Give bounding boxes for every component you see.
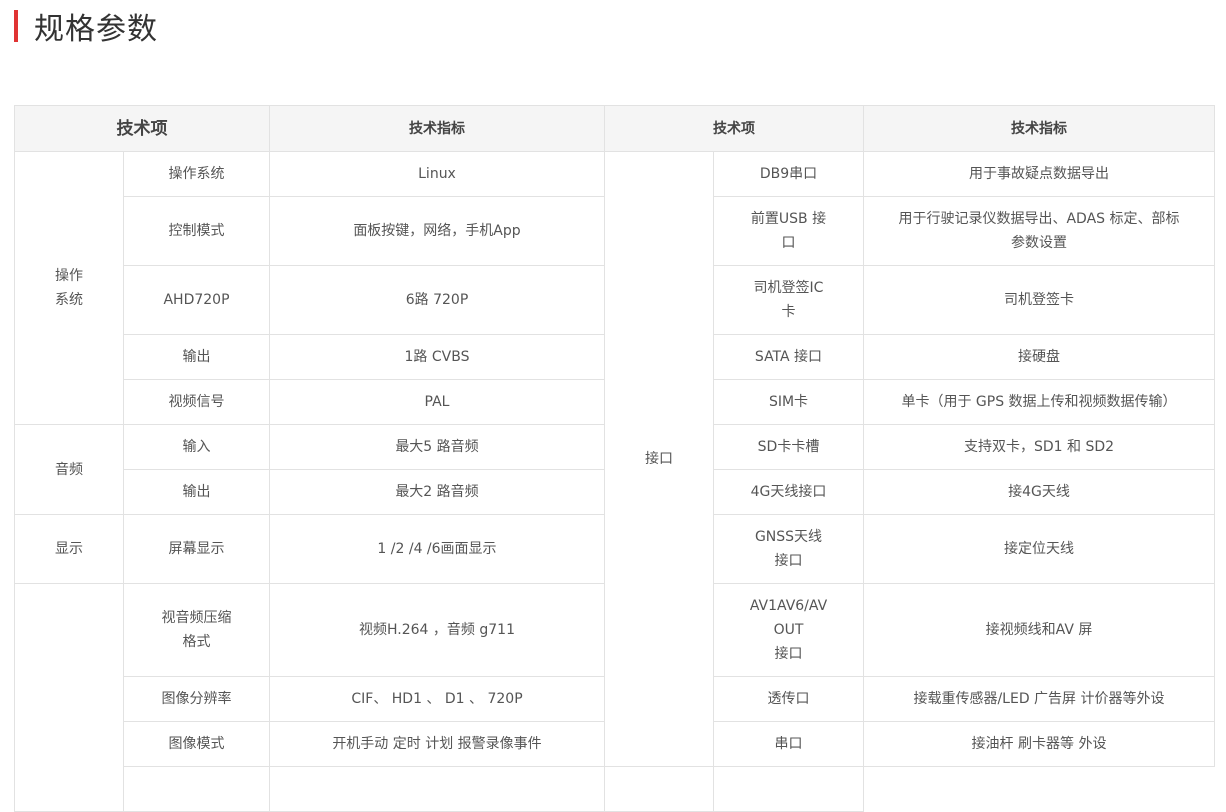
header-right-item: 技术项 bbox=[604, 105, 864, 152]
right-value: 接定位天线 bbox=[863, 514, 1215, 584]
right-value: 用于行驶记录仪数据导出、ADAS 标定、部标 参数设置 bbox=[863, 196, 1215, 266]
right-item: 司机登签IC 卡 bbox=[713, 265, 864, 335]
group-os: 操作 系统 bbox=[14, 151, 124, 425]
right-item: 透传口 bbox=[713, 676, 864, 722]
left-value: Linux bbox=[269, 151, 605, 197]
group-display: 显示 bbox=[14, 514, 124, 584]
left-item: 视频信号 bbox=[123, 379, 270, 425]
right-item: 4G天线接口 bbox=[713, 469, 864, 515]
spec-table: 技术项 技术指标 技术项 技术指标 操作 系统 操作系统 Linux 接口 DB… bbox=[14, 105, 1215, 812]
right-item: 前置USB 接 口 bbox=[713, 196, 864, 266]
group-audio: 音频 bbox=[14, 424, 124, 515]
left-item: 操作系统 bbox=[123, 151, 270, 197]
left-value: 1 /2 /4 /6画面显示 bbox=[269, 514, 605, 584]
right-item bbox=[604, 766, 714, 812]
table-row bbox=[15, 766, 1215, 812]
right-value: 接载重传感器/LED 广告屏 计价器等外设 bbox=[863, 676, 1215, 722]
left-value: 最大5 路音频 bbox=[269, 424, 605, 470]
page-title: 规格参数 bbox=[34, 12, 158, 47]
right-item: SIM卡 bbox=[713, 379, 864, 425]
left-value: 最大2 路音频 bbox=[269, 469, 605, 515]
table-header-row: 技术项 技术指标 技术项 技术指标 bbox=[14, 105, 1215, 152]
right-value: 司机登签卡 bbox=[863, 265, 1215, 335]
right-value: 接硬盘 bbox=[863, 334, 1215, 380]
group-interface: 接口 bbox=[604, 151, 714, 767]
right-item: SATA 接口 bbox=[713, 334, 864, 380]
page-heading: 规格参数 bbox=[14, 8, 158, 47]
table-row: 操作 系统 操作系统 Linux 接口 DB9串口 用于事故疑点数据导出 bbox=[14, 151, 1215, 767]
right-value: 接4G天线 bbox=[863, 469, 1215, 515]
right-item: AV1AV6/AV OUT 接口 bbox=[713, 583, 864, 677]
right-value: 单卡（用于 GPS 数据上传和视频数据传输） bbox=[863, 379, 1215, 425]
right-item: SD卡卡槽 bbox=[713, 424, 864, 470]
left-item: AHD720P bbox=[123, 265, 270, 335]
left-item bbox=[123, 766, 270, 812]
header-right-indicator: 技术指标 bbox=[863, 105, 1215, 152]
left-value: 1路 CVBS bbox=[269, 334, 605, 380]
heading-accent-bar bbox=[14, 10, 18, 42]
left-value bbox=[269, 766, 605, 812]
left-item: 图像模式 bbox=[123, 721, 270, 767]
left-value: 开机手动 定时 计划 报警录像事件 bbox=[269, 721, 605, 767]
left-value: 面板按键，网络，手机App bbox=[269, 196, 605, 266]
left-item: 屏幕显示 bbox=[123, 514, 270, 584]
left-value: PAL bbox=[269, 379, 605, 425]
left-item: 控制模式 bbox=[123, 196, 270, 266]
left-item: 输入 bbox=[123, 424, 270, 470]
left-item: 视音频压缩 格式 bbox=[123, 583, 270, 677]
right-item: 串口 bbox=[713, 721, 864, 767]
right-value: 接视频线和AV 屏 bbox=[863, 583, 1215, 677]
left-item: 输出 bbox=[123, 469, 270, 515]
right-value: 接油杆 刷卡器等 外设 bbox=[863, 721, 1215, 767]
header-left-item: 技术项 bbox=[14, 105, 270, 152]
left-value: 6路 720P bbox=[269, 265, 605, 335]
group-empty bbox=[14, 583, 124, 812]
left-item: 图像分辨率 bbox=[123, 676, 270, 722]
left-value: 视频H.264 ，音频 g711 bbox=[269, 583, 605, 677]
right-value bbox=[713, 766, 864, 812]
right-item: DB9串口 bbox=[713, 151, 864, 197]
header-left-indicator: 技术指标 bbox=[269, 105, 605, 152]
right-value: 支持双卡，SD1 和 SD2 bbox=[863, 424, 1215, 470]
left-value: CIF、 HD1 、 D1 、 720P bbox=[269, 676, 605, 722]
left-item: 输出 bbox=[123, 334, 270, 380]
right-value: 用于事故疑点数据导出 bbox=[863, 151, 1215, 197]
right-item: GNSS天线 接口 bbox=[713, 514, 864, 584]
